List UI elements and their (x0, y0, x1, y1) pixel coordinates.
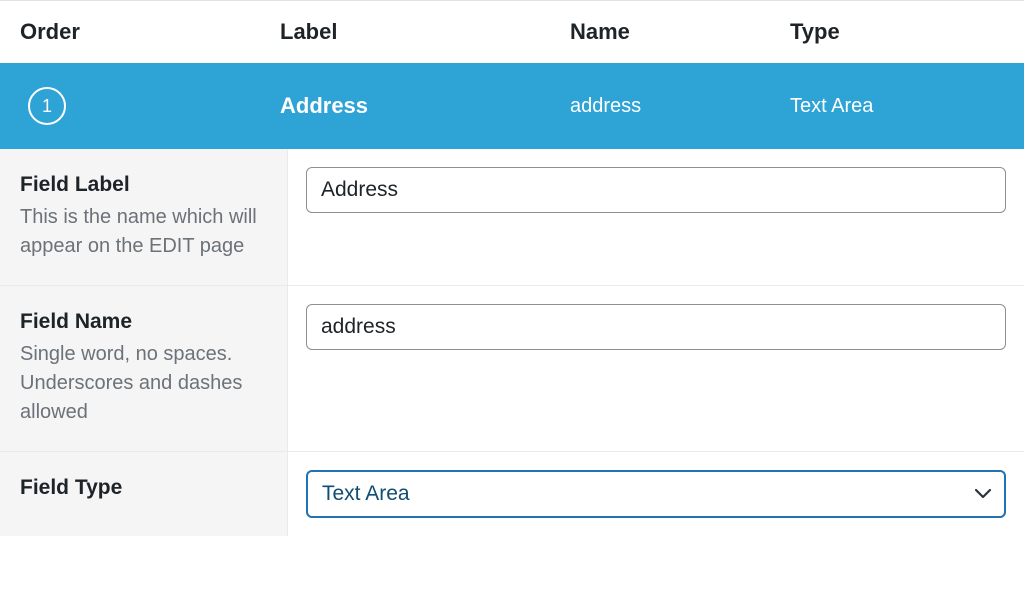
field-name-title: Field Name (20, 310, 267, 334)
row-order-cell: 1 (0, 87, 280, 125)
row-name: address (570, 95, 641, 117)
order-number: 1 (42, 96, 52, 117)
field-name-desc: Single word, no spaces. Underscores and … (20, 340, 267, 427)
field-edit-form: Field Label This is the name which will … (0, 149, 1024, 536)
field-type-inputcol: Text Area (288, 452, 1024, 536)
field-type-select-wrap: Text Area (306, 470, 1006, 518)
header-type: Type (790, 19, 1024, 45)
field-name-row: Field Name Single word, no spaces. Under… (0, 286, 1024, 452)
field-name-inputcol (288, 286, 1024, 451)
field-name-labelcol: Field Name Single word, no spaces. Under… (0, 286, 288, 451)
field-type-row: Field Type Text Area (0, 452, 1024, 536)
field-type-select[interactable]: Text Area (306, 470, 1006, 518)
field-label-labelcol: Field Label This is the name which will … (0, 149, 288, 285)
field-label-input[interactable] (306, 167, 1006, 213)
row-label: Address (280, 93, 368, 118)
header-label: Label (280, 19, 570, 45)
header-order: Order (0, 19, 280, 45)
order-badge: 1 (28, 87, 66, 125)
row-name-cell: address (570, 95, 790, 118)
field-label-title: Field Label (20, 173, 267, 197)
field-label-row: Field Label This is the name which will … (0, 149, 1024, 286)
field-row[interactable]: 1 Address address Text Area (0, 63, 1024, 149)
field-name-input[interactable] (306, 304, 1006, 350)
field-label-desc: This is the name which will appear on th… (20, 203, 267, 261)
header-name: Name (570, 19, 790, 45)
field-label-inputcol (288, 149, 1024, 285)
table-header-row: Order Label Name Type (0, 1, 1024, 63)
row-type-cell: Text Area (790, 95, 1024, 118)
field-table: Order Label Name Type 1 Address address … (0, 0, 1024, 536)
field-type-labelcol: Field Type (0, 452, 288, 536)
row-type: Text Area (790, 95, 873, 117)
field-type-title: Field Type (20, 476, 267, 500)
row-label-cell: Address (280, 93, 570, 119)
